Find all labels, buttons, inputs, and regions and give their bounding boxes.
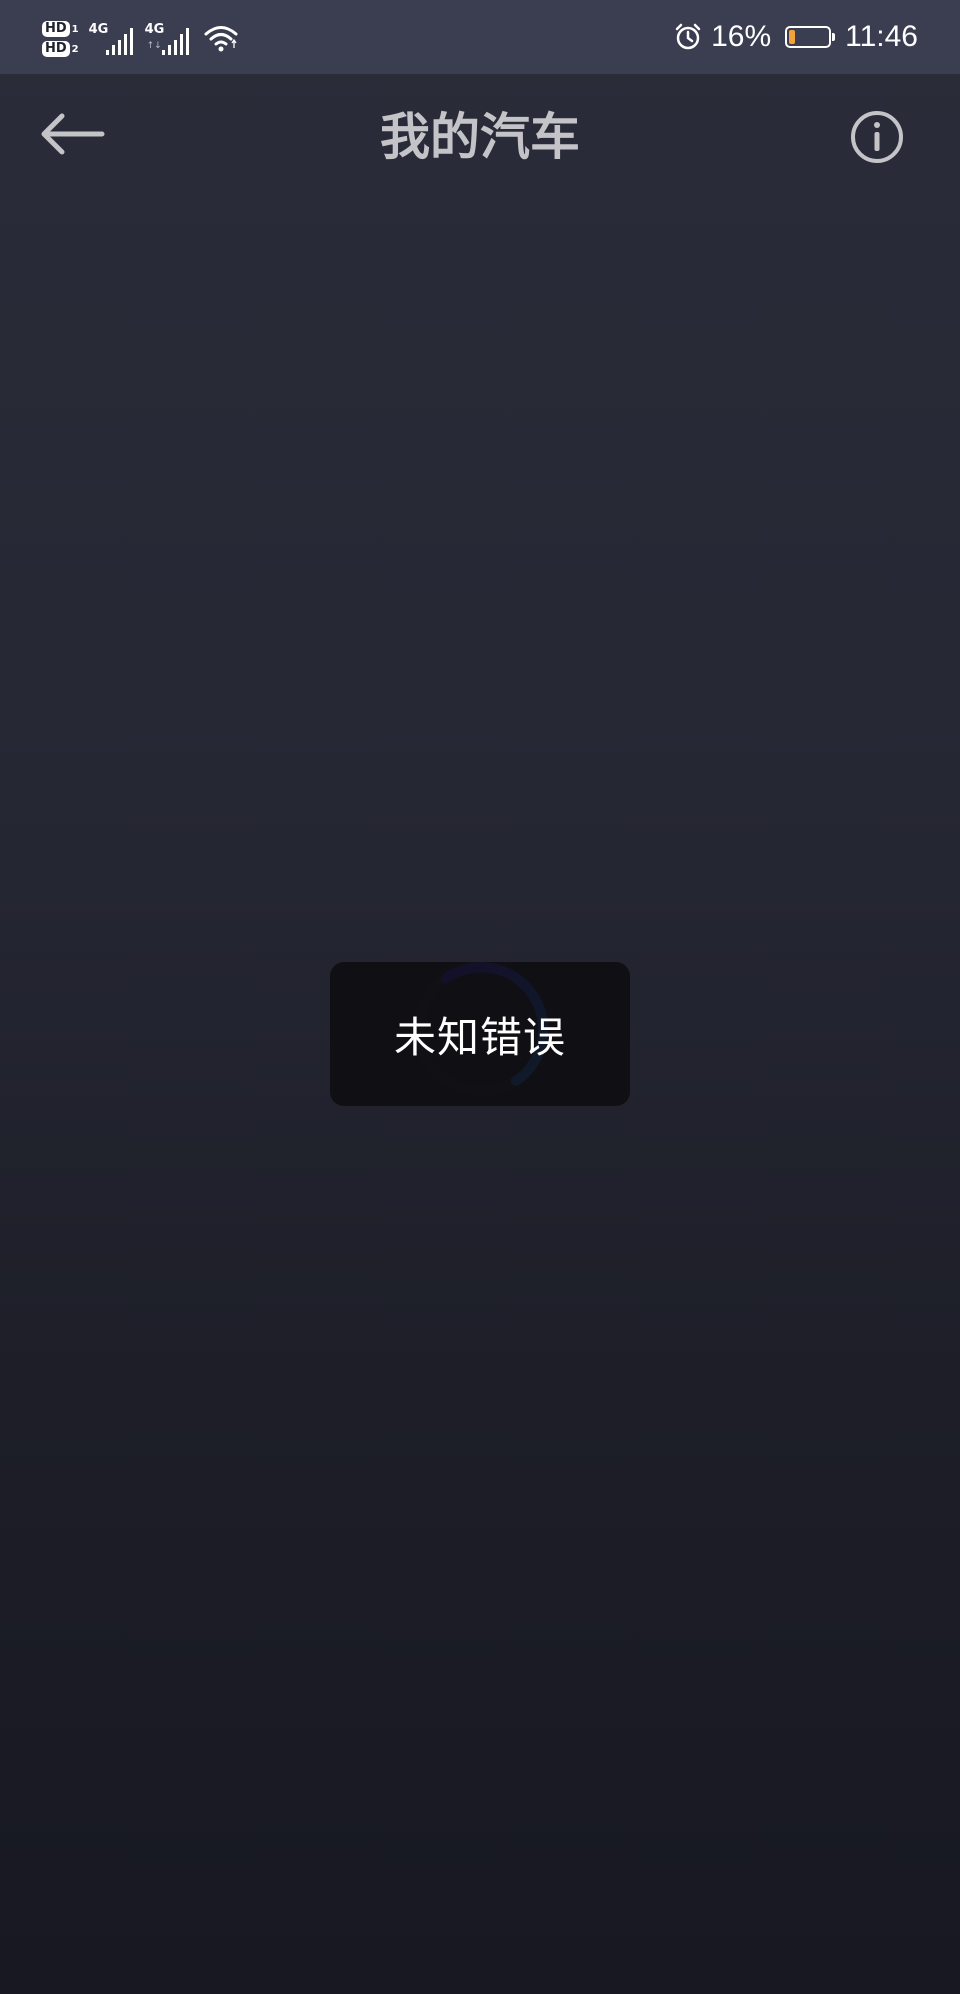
wifi-icon [204,26,238,52]
battery-percentage: 16% [711,20,772,53]
hd-indicators: HD 1 HD 2 [42,21,79,57]
hd-badge-2: HD 2 [42,41,79,57]
info-button[interactable] [848,108,906,166]
error-toast: 未知错误 [330,962,630,1106]
hd-label: HD [42,41,70,57]
page-title: 我的汽车 [380,108,580,166]
signal-bars-icon [105,28,133,55]
app-header: 我的汽车 [0,74,960,208]
hd-label: HD [42,21,70,37]
status-bar: HD 1 HD 2 4G 4G ↑↓ 16% 11:46 [0,0,960,74]
hd-index: 2 [71,43,79,55]
status-bar-right: 16% 11:46 [673,12,918,62]
info-circle-icon [851,111,903,163]
network-signal-2: 4G ↑↓ [145,22,191,56]
network-activity: ↑↓ [146,41,162,51]
clock-time: 11:46 [845,20,918,53]
hd-badge-1: HD 1 [42,21,79,37]
status-bar-left: HD 1 HD 2 4G 4G ↑↓ [42,12,239,66]
signal-bars-icon [161,28,189,55]
hd-index: 1 [71,23,79,35]
battery-icon [785,26,836,48]
toast-message: 未知错误 [393,1012,566,1062]
network-signal-1: 4G [89,22,135,56]
alarm-clock-icon [675,23,701,50]
battery-level-fill [789,30,796,44]
